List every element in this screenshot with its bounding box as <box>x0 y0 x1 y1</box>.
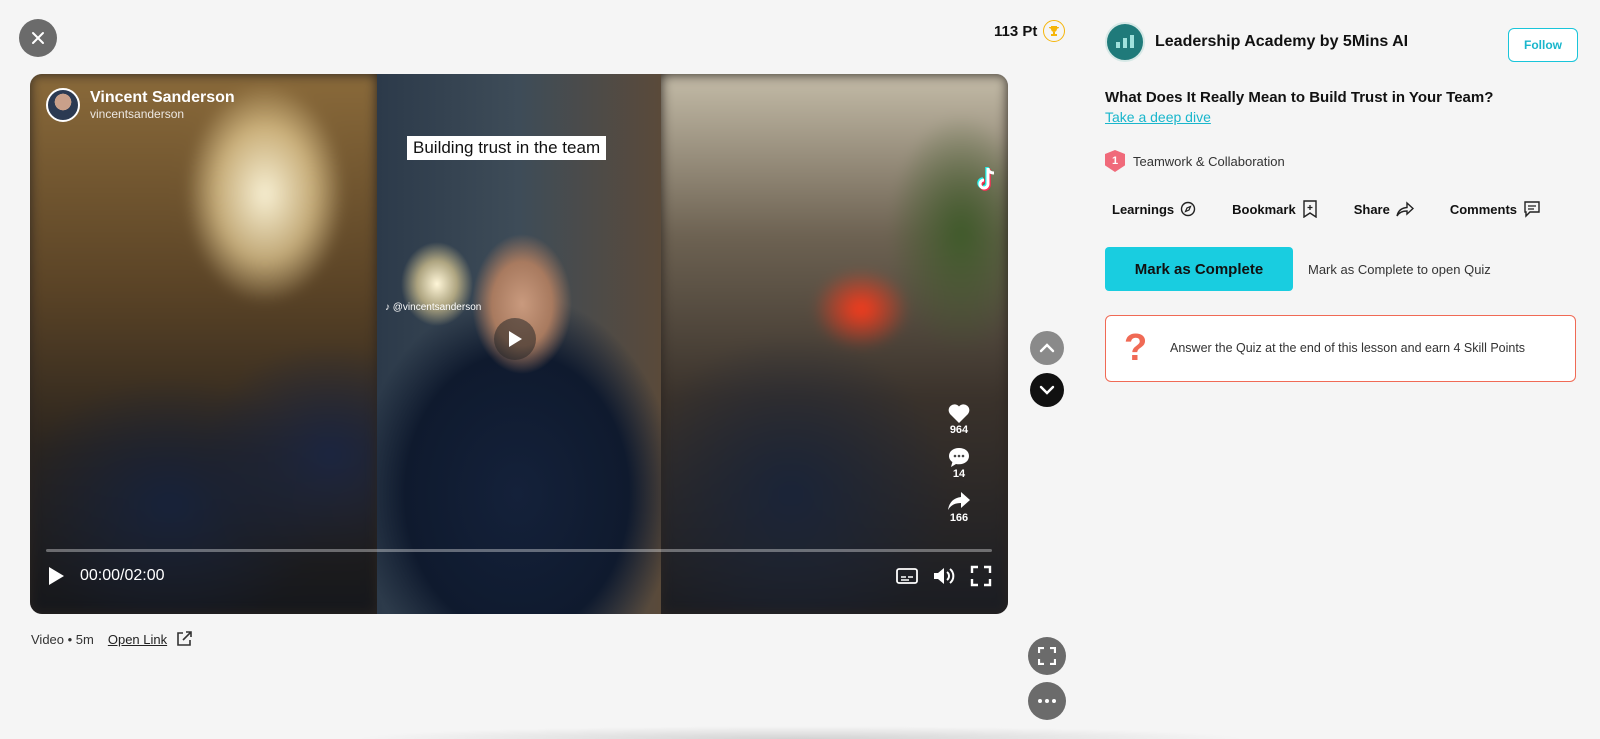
channel-avatar <box>46 88 80 122</box>
video-time: 00:00/02:00 <box>80 567 165 584</box>
play-icon <box>509 331 522 347</box>
external-link-icon <box>177 631 192 646</box>
bookmark-button[interactable]: Bookmark <box>1232 200 1318 218</box>
tiktok-watermark-icon: ♪ <box>385 302 390 313</box>
video-meta: Video • 5m Open Link <box>31 630 193 648</box>
play-icon[interactable] <box>46 565 66 587</box>
volume-icon[interactable] <box>932 565 956 587</box>
more-dots-icon <box>1038 699 1056 703</box>
open-link[interactable]: Open Link <box>108 630 193 648</box>
fullscreen-icon[interactable] <box>970 565 992 587</box>
more-options-button[interactable] <box>1028 682 1066 720</box>
level-badge-icon: 1 <box>1105 150 1125 172</box>
video-info: Video • 5m <box>31 631 94 647</box>
brand-name: Leadership Academy by 5Mins AI <box>1155 33 1409 50</box>
brand-header[interactable]: Leadership Academy by 5Mins AI <box>1105 22 1575 62</box>
video-side-stats: 964 14 166 <box>944 402 974 534</box>
expand-button[interactable] <box>1028 637 1066 675</box>
video-progress-bar[interactable] <box>46 549 992 552</box>
bottom-shadow <box>350 726 1250 739</box>
video-channel[interactable]: Vincent Sanderson vincentsanderson <box>46 88 235 122</box>
share-arrow-icon <box>948 492 970 510</box>
close-button[interactable] <box>19 19 57 57</box>
video-blur-left <box>30 74 377 614</box>
heart-icon <box>948 404 970 423</box>
share-stat[interactable]: 166 <box>947 490 971 524</box>
comment-stat[interactable]: 14 <box>947 446 971 480</box>
scroll-down-button[interactable] <box>1030 373 1064 407</box>
bookmark-icon <box>1303 200 1317 218</box>
channel-handle: vincentsanderson <box>90 107 185 121</box>
chevron-up-icon <box>1039 343 1055 353</box>
expand-icon <box>1038 647 1056 665</box>
share-button[interactable]: Share <box>1354 201 1414 217</box>
share-label: Share <box>1353 201 1390 217</box>
share-icon <box>1396 201 1414 217</box>
comment-count: 14 <box>952 468 966 480</box>
comment-icon <box>1524 201 1540 218</box>
mark-complete-button[interactable]: Mark as Complete <box>1105 247 1293 291</box>
channel-name: Vincent Sanderson <box>90 89 235 106</box>
complete-hint: Mark as Complete to open Quiz <box>1308 262 1491 277</box>
deep-dive-link[interactable]: Take a deep dive <box>1105 109 1211 125</box>
video-watermark: ♪ @vincentsanderson <box>385 302 481 313</box>
quiz-text: Answer the Quiz at the end of this lesso… <box>1170 341 1526 356</box>
bookmark-label: Bookmark <box>1232 201 1296 217</box>
points-label: 113 Pt <box>994 22 1038 40</box>
learnings-label: Learnings <box>1112 201 1175 217</box>
compass-icon <box>1180 201 1196 217</box>
close-icon <box>32 32 44 44</box>
lesson-actions: Learnings Bookmark Share Comments <box>1112 200 1577 218</box>
tiktok-logo-icon <box>973 166 999 199</box>
trophy-icon <box>1043 20 1066 42</box>
question-mark-icon: ? <box>1124 327 1148 369</box>
chevron-down-icon <box>1039 385 1055 395</box>
topic-label: Teamwork & Collaboration <box>1133 153 1285 169</box>
points-display: 113 Pt <box>994 20 1066 42</box>
comments-label: Comments <box>1449 201 1518 217</box>
topic-tag[interactable]: 1 Teamwork & Collaboration <box>1105 150 1285 172</box>
learnings-button[interactable]: Learnings <box>1112 201 1196 217</box>
comments-button[interactable]: Comments <box>1450 200 1541 218</box>
follow-button[interactable]: Follow <box>1508 28 1578 62</box>
subtitles-icon[interactable] <box>896 567 918 585</box>
comment-bubble-icon <box>949 448 969 467</box>
video-controls: 00:00/02:00 <box>46 562 992 590</box>
lesson-title: What Does It Really Mean to Build Trust … <box>1105 89 1494 106</box>
open-link-label: Open Link <box>107 631 168 647</box>
like-count: 964 <box>949 424 969 436</box>
like-stat[interactable]: 964 <box>947 402 971 436</box>
video-caption: Building trust in the team <box>407 136 607 160</box>
center-play-button[interactable] <box>494 318 536 360</box>
share-count: 166 <box>949 512 969 524</box>
scroll-up-button[interactable] <box>1030 331 1064 365</box>
quiz-callout: ? Answer the Quiz at the end of this les… <box>1105 315 1576 382</box>
brand-logo <box>1105 22 1145 62</box>
video-player[interactable]: Building trust in the team ♪ @vincentsan… <box>30 74 1008 614</box>
watermark-handle: @vincentsanderson <box>392 302 482 313</box>
lesson-panel: Leadership Academy by 5Mins AI <box>1105 22 1575 62</box>
